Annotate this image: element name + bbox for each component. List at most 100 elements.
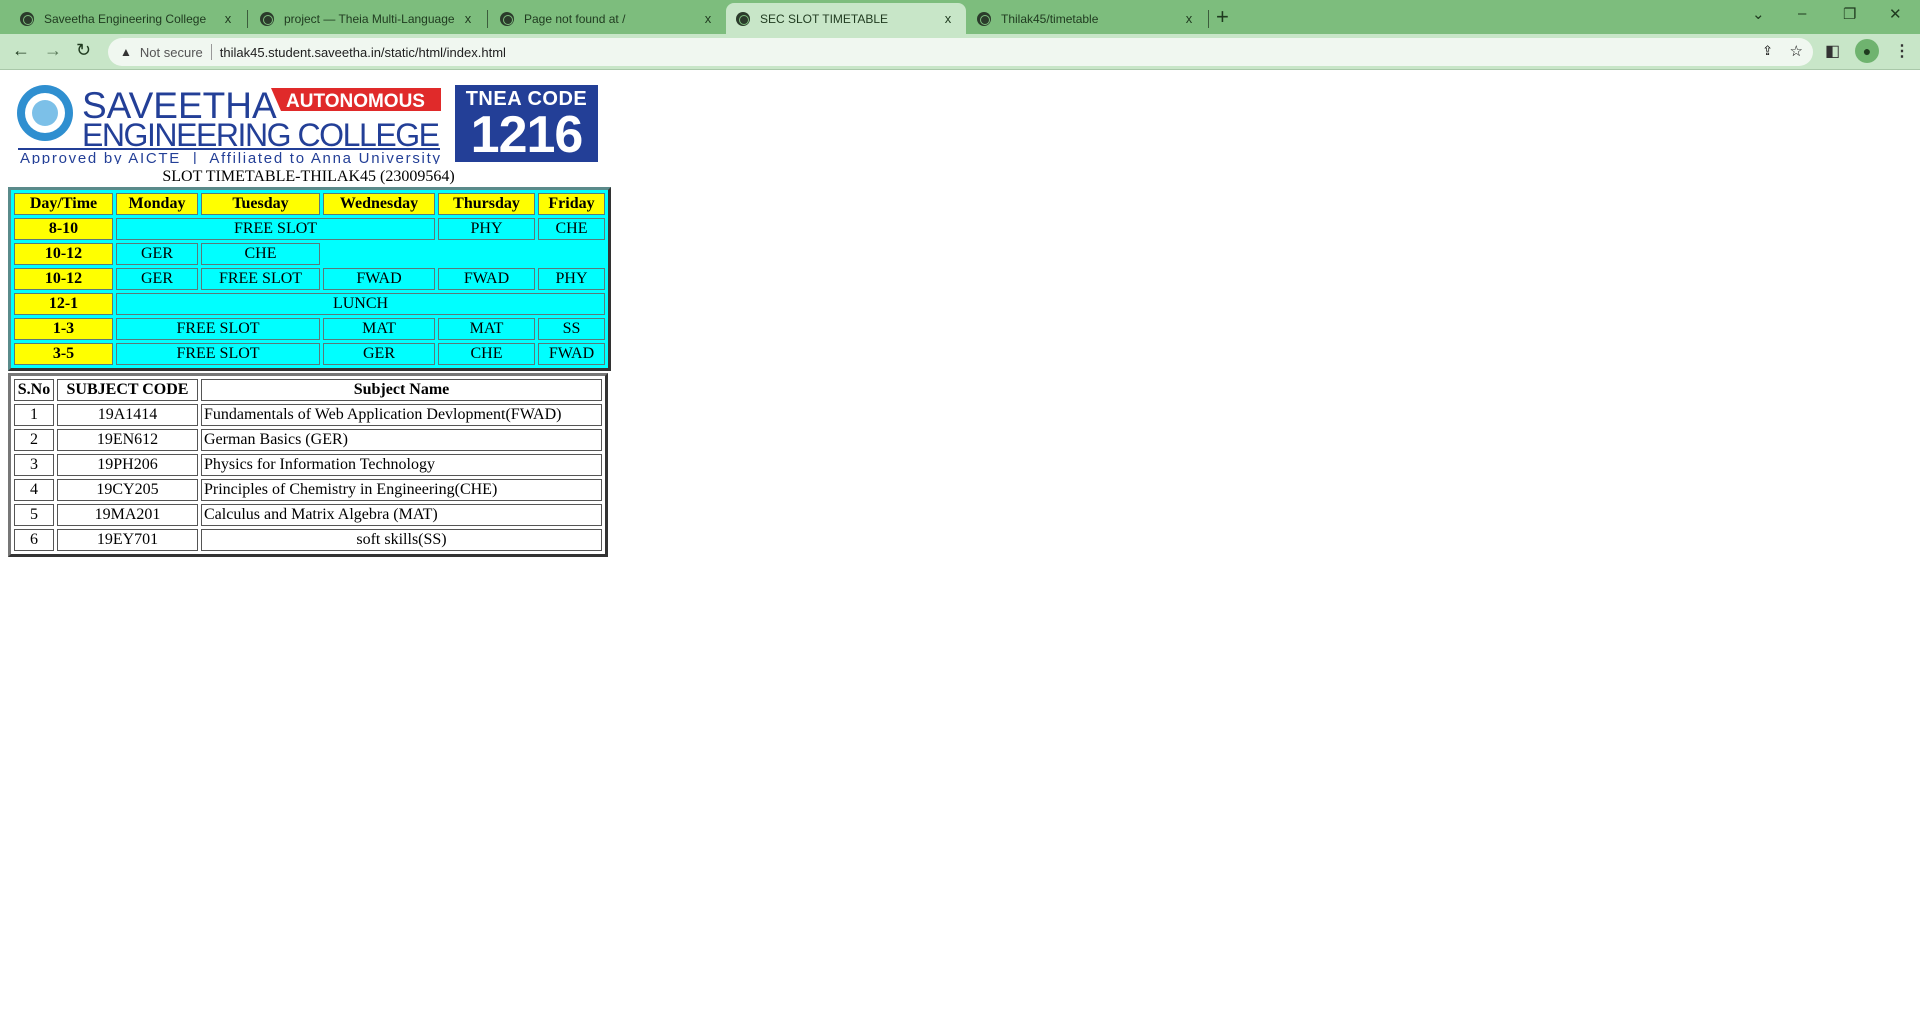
college-logo: SAVEETHA AUTONOMOUS ENGINEERING COLLEGE … bbox=[17, 85, 441, 164]
subject-row: 5 19MA201 Calculus and Matrix Algebra (MAT… bbox=[14, 504, 602, 526]
slot-cell: MAT bbox=[323, 318, 435, 340]
page-caption: SLOT TIMETABLE-THILAK45 (23009564) bbox=[162, 168, 455, 185]
svg-text:ENGINEERING COLLEGE: ENGINEERING COLLEGE bbox=[82, 117, 440, 153]
close-tab-icon[interactable]: x bbox=[700, 11, 716, 26]
slot-cell: FWAD bbox=[538, 343, 605, 365]
back-icon[interactable]: ← bbox=[12, 40, 30, 61]
slot-cell: CHE bbox=[201, 243, 320, 265]
sno-cell: 1 bbox=[14, 404, 54, 426]
subject-row: 3 19PH206 Physics for Information Technolo… bbox=[14, 454, 602, 476]
close-tab-icon[interactable]: x bbox=[460, 11, 476, 26]
time-cell: 10-12 bbox=[14, 243, 113, 265]
slot-cell: SS bbox=[538, 318, 605, 340]
toolbar: ← → ↻ ▲ Not secure thilak45.student.save… bbox=[0, 34, 1920, 70]
menu-icon[interactable]: ⋮ bbox=[1894, 41, 1910, 61]
timetable-header-row: Day/Time Monday Tuesday Wednesday Thursday Fr… bbox=[14, 193, 605, 215]
tab-separator bbox=[1208, 10, 1209, 28]
subjects-header-cell: SUBJECT CODE bbox=[57, 379, 198, 401]
close-tab-icon[interactable]: x bbox=[220, 11, 236, 26]
globe-icon bbox=[20, 11, 34, 26]
tnea-code: 1216 bbox=[470, 106, 584, 164]
time-cell: 10-12 bbox=[14, 268, 113, 290]
tnea-code-badge: TNEA CODE 1216 bbox=[455, 85, 598, 162]
gear-emblem-icon bbox=[17, 85, 73, 141]
slot-cell: LUNCH bbox=[116, 293, 605, 315]
restore-icon[interactable]: ❐ bbox=[1843, 5, 1856, 23]
tab[interactable]: project — Theia Multi-Language x bbox=[250, 3, 488, 34]
subject-code-cell: 19PH206 bbox=[57, 454, 198, 476]
side-panel-icon[interactable]: ◧ bbox=[1825, 41, 1840, 61]
subject-name-cell: Calculus and Matrix Algebra (MAT) bbox=[201, 504, 602, 526]
slot-cell: FREE SLOT bbox=[116, 318, 320, 340]
reload-icon[interactable]: ↻ bbox=[76, 40, 91, 61]
slot-cell: PHY bbox=[438, 218, 535, 240]
globe-icon bbox=[260, 11, 274, 26]
tab[interactable]: Saveetha Engineering College x bbox=[10, 3, 248, 34]
timetable-header-cell: Tuesday bbox=[201, 193, 320, 215]
tab[interactable]: Page not found at / x bbox=[490, 3, 726, 34]
tab-title: Saveetha Engineering College bbox=[44, 11, 207, 26]
tab-title: SEC SLOT TIMETABLE bbox=[760, 11, 889, 26]
timetable-row: 1-3 FREE SLOT MAT MAT SS bbox=[14, 318, 605, 340]
timetable-header-cell: Friday bbox=[538, 193, 605, 215]
sno-cell: 2 bbox=[14, 429, 54, 451]
subject-code-cell: 19MA201 bbox=[57, 504, 198, 526]
share-icon[interactable]: ⇪ bbox=[1762, 43, 1773, 59]
forward-icon[interactable]: → bbox=[44, 40, 62, 61]
time-cell: 1-3 bbox=[14, 318, 113, 340]
tab-separator bbox=[247, 10, 248, 28]
time-cell: 12-1 bbox=[14, 293, 113, 315]
time-cell: 8-10 bbox=[14, 218, 113, 240]
url-text[interactable]: thilak45.student.saveetha.in/static/html… bbox=[220, 45, 506, 60]
subject-name-cell: Principles of Chemistry in Engineering(C… bbox=[201, 479, 602, 501]
slot-cell: GER bbox=[116, 243, 198, 265]
svg-text:Approved by AICTE | Affiliat: Approved by AICTE | Affiliated to Anna U… bbox=[20, 150, 441, 164]
globe-icon bbox=[500, 11, 514, 26]
new-tab-button[interactable]: + bbox=[1216, 4, 1229, 30]
timetable-row: 10-12 GER FREE SLOT FWAD FWAD PHY bbox=[14, 268, 605, 290]
slot-cell: CHE bbox=[438, 343, 535, 365]
address-bar[interactable]: ▲ Not secure thilak45.student.saveetha.i… bbox=[108, 38, 1813, 66]
slot-cell: FWAD bbox=[323, 268, 435, 290]
security-label[interactable]: Not secure bbox=[140, 45, 203, 60]
divider bbox=[210, 44, 212, 60]
tab-title: Page not found at / bbox=[524, 11, 626, 26]
tab-title: project — Theia Multi-Language bbox=[284, 11, 455, 26]
slot-cell: FREE SLOT bbox=[116, 343, 320, 365]
subjects-header-cell: S.No bbox=[14, 379, 54, 401]
globe-icon bbox=[736, 11, 750, 26]
close-tab-icon[interactable]: x bbox=[1181, 11, 1197, 26]
subject-name-cell: Physics for Information Technology bbox=[201, 454, 602, 476]
minimize-icon[interactable]: – bbox=[1798, 5, 1806, 22]
close-tab-icon[interactable]: x bbox=[940, 11, 956, 26]
subject-row: 6 19EY701 soft skills(SS) bbox=[14, 529, 602, 551]
slot-cell: CHE bbox=[538, 218, 605, 240]
subject-name-cell: Fundamentals of Web Application Devlopme… bbox=[201, 404, 602, 426]
subject-code-cell: 19EY701 bbox=[57, 529, 198, 551]
sno-cell: 6 bbox=[14, 529, 54, 551]
timetable-row: 3-5 FREE SLOT GER CHE FWAD bbox=[14, 343, 605, 365]
timetable-header-cell: Thursday bbox=[438, 193, 535, 215]
timetable: Day/Time Monday Tuesday Wednesday Thursday Fr… bbox=[8, 187, 611, 371]
subject-row: 1 19A1414 Fundamentals of Web Application … bbox=[14, 404, 602, 426]
slot-cell: GER bbox=[323, 343, 435, 365]
subject-code-cell: 19A1414 bbox=[57, 404, 198, 426]
timetable-header-cell: Day/Time bbox=[14, 193, 113, 215]
timetable-header-cell: Wednesday bbox=[323, 193, 435, 215]
close-window-icon[interactable]: ✕ bbox=[1889, 5, 1902, 23]
profile-avatar-icon[interactable]: ● bbox=[1855, 39, 1879, 63]
tab[interactable]: SEC SLOT TIMETABLE x bbox=[726, 3, 966, 34]
subject-row: 4 19CY205 Principles of Chemistry in Engin… bbox=[14, 479, 602, 501]
sno-cell: 3 bbox=[14, 454, 54, 476]
subject-code-cell: 19EN612 bbox=[57, 429, 198, 451]
tab-title: Thilak45/timetable bbox=[1001, 11, 1099, 26]
timetable-row: 8-10 FREE SLOT PHY CHE bbox=[14, 218, 605, 240]
slot-cell: MAT bbox=[438, 318, 535, 340]
bookmark-star-icon[interactable]: ☆ bbox=[1790, 42, 1803, 60]
warning-icon[interactable]: ▲ bbox=[120, 45, 132, 59]
time-cell: 3-5 bbox=[14, 343, 113, 365]
tab[interactable]: Thilak45/timetable x bbox=[967, 3, 1209, 34]
slot-cell: FREE SLOT bbox=[201, 268, 320, 290]
sno-cell: 4 bbox=[14, 479, 54, 501]
tab-search-icon[interactable]: ⌄ bbox=[1752, 5, 1765, 23]
